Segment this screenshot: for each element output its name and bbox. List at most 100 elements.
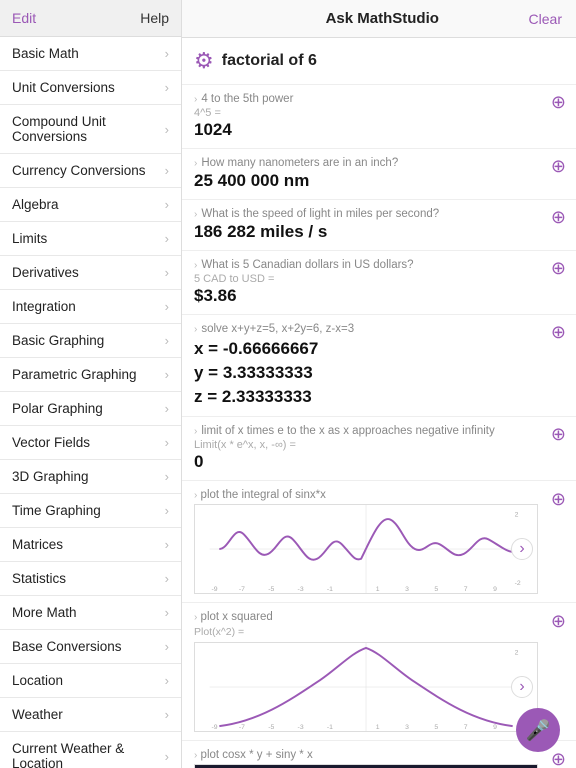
add-button[interactable]: ⊕ (551, 208, 566, 226)
sidebar-item-basic-graphing[interactable]: Basic Graphing › (0, 324, 181, 358)
limit-block: › limit of x times e to the x as x appro… (182, 417, 576, 481)
svg-text:-7: -7 (239, 724, 245, 731)
svg-text:-3: -3 (298, 586, 304, 593)
sidebar-item-integration[interactable]: Integration › (0, 290, 181, 324)
chevron-icon: › (165, 163, 169, 178)
sidebar-item-current-weather[interactable]: Current Weather & Location › (0, 732, 181, 768)
chevron-icon: › (165, 46, 169, 61)
triangle-icon: › (194, 209, 197, 220)
graph-arrow[interactable]: › (511, 538, 533, 560)
add-button[interactable]: ⊕ (551, 93, 566, 111)
settings-icon: ⚙ (194, 48, 214, 74)
chevron-icon: › (165, 673, 169, 688)
graph-canvas-3d: › (194, 764, 538, 768)
sidebar-item-base-conversions[interactable]: Base Conversions › (0, 630, 181, 664)
svg-text:7: 7 (464, 724, 468, 731)
graph-block-integral: › plot the integral of sinx*x ⊕ -9 -7 -5… (182, 481, 576, 603)
graph-arrow[interactable]: › (511, 676, 533, 698)
svg-text:1: 1 (376, 586, 380, 593)
chevron-icon: › (165, 605, 169, 620)
result-query: › What is 5 Canadian dollars in US dolla… (194, 259, 564, 271)
sidebar-item-matrices[interactable]: Matrices › (0, 528, 181, 562)
clear-button[interactable]: Clear (529, 11, 562, 27)
result-block: › 4 to the 5th power 4^5 = 1024 ⊕ (182, 85, 576, 149)
add-button[interactable]: ⊕ (551, 425, 566, 443)
chevron-icon: › (165, 435, 169, 450)
main-body: ⚙ factorial of 6 › 4 to the 5th power 4^… (182, 38, 576, 768)
result-block: › How many nanometers are in an inch? 25… (182, 149, 576, 200)
chevron-icon: › (165, 707, 169, 722)
chevron-icon: › (165, 367, 169, 382)
graph-title: › plot the integral of sinx*x (194, 489, 546, 501)
svg-text:1: 1 (376, 724, 380, 731)
chevron-icon: › (165, 231, 169, 246)
sidebar-item-weather[interactable]: Weather › (0, 698, 181, 732)
svg-text:2: 2 (515, 512, 519, 519)
sidebar: Edit Help Basic Math › Unit Conversions … (0, 0, 182, 768)
sidebar-item-more-math[interactable]: More Math › (0, 596, 181, 630)
chevron-icon: › (165, 537, 169, 552)
sidebar-item-limits[interactable]: Limits › (0, 222, 181, 256)
chevron-icon: › (165, 749, 169, 764)
microphone-button[interactable]: 🎤 (516, 708, 560, 752)
result-query: › solve x+y+z=5, x+2y=6, z-x=3 (194, 323, 564, 335)
svg-text:-9: -9 (212, 724, 218, 731)
sidebar-item-parametric-graphing[interactable]: Parametric Graphing › (0, 358, 181, 392)
graph-title: › plot cosx * y + siny * x (194, 749, 546, 761)
svg-text:9: 9 (493, 724, 497, 731)
chevron-icon: › (165, 265, 169, 280)
sidebar-item-compound-unit-conversions[interactable]: Compound Unit Conversions › (0, 105, 181, 154)
chevron-icon: › (165, 401, 169, 416)
sidebar-item-time-graphing[interactable]: Time Graphing › (0, 494, 181, 528)
sidebar-item-derivatives[interactable]: Derivatives › (0, 256, 181, 290)
sidebar-item-unit-conversions[interactable]: Unit Conversions › (0, 71, 181, 105)
sidebar-header: Edit Help (0, 0, 181, 37)
add-button[interactable]: ⊕ (551, 259, 566, 277)
sidebar-item-polar-graphing[interactable]: Polar Graphing › (0, 392, 181, 426)
svg-text:-1: -1 (327, 724, 333, 731)
sidebar-item-location[interactable]: Location › (0, 664, 181, 698)
page-title: Ask MathStudio (326, 10, 439, 27)
sidebar-item-algebra[interactable]: Algebra › (0, 188, 181, 222)
triangle-icon: › (194, 426, 197, 437)
solve-block: › solve x+y+z=5, x+2y=6, z-x=3 x = -0.66… (182, 315, 576, 417)
main-header: Ask MathStudio Clear (182, 0, 576, 38)
chevron-icon: › (165, 333, 169, 348)
result-query: › 4 to the 5th power (194, 93, 564, 105)
main-content: Ask MathStudio Clear ⚙ factorial of 6 › … (182, 0, 576, 768)
result-query: › limit of x times e to the x as x appro… (194, 425, 564, 437)
svg-text:-3: -3 (298, 724, 304, 731)
svg-text:-2: -2 (515, 581, 521, 588)
svg-text:2: 2 (515, 650, 519, 657)
sidebar-item-vector-fields[interactable]: Vector Fields › (0, 426, 181, 460)
svg-text:-7: -7 (239, 586, 245, 593)
sidebar-item-statistics[interactable]: Statistics › (0, 562, 181, 596)
triangle-icon: › (194, 260, 197, 271)
svg-text:3: 3 (405, 586, 409, 593)
sidebar-item-3d-graphing[interactable]: 3D Graphing › (0, 460, 181, 494)
result-block: › What is 5 Canadian dollars in US dolla… (182, 251, 576, 315)
help-button[interactable]: Help (140, 10, 169, 26)
graph-canvas: -9 -7 -5 -3 -1 1 3 5 7 9 2 -1 › (194, 642, 538, 732)
chevron-icon: › (165, 571, 169, 586)
add-button[interactable]: ⊕ (551, 489, 566, 510)
triangle-icon: › (194, 94, 197, 105)
result-query: › How many nanometers are in an inch? (194, 157, 564, 169)
triangle-icon: › (194, 324, 197, 335)
add-button[interactable]: ⊕ (551, 323, 566, 341)
factorial-title: factorial of 6 (222, 52, 317, 70)
edit-button[interactable]: Edit (12, 10, 36, 26)
factorial-header: ⚙ factorial of 6 (182, 38, 576, 85)
chevron-icon: › (165, 639, 169, 654)
add-button[interactable]: ⊕ (551, 749, 566, 768)
sidebar-item-currency-conversions[interactable]: Currency Conversions › (0, 154, 181, 188)
chevron-icon: › (165, 122, 169, 137)
svg-text:-5: -5 (268, 586, 274, 593)
sidebar-item-basic-math[interactable]: Basic Math › (0, 37, 181, 71)
chevron-icon: › (165, 299, 169, 314)
svg-text:3: 3 (405, 724, 409, 731)
svg-text:-9: -9 (212, 586, 218, 593)
add-button[interactable]: ⊕ (551, 157, 566, 175)
chevron-icon: › (165, 503, 169, 518)
add-button[interactable]: ⊕ (551, 611, 566, 632)
